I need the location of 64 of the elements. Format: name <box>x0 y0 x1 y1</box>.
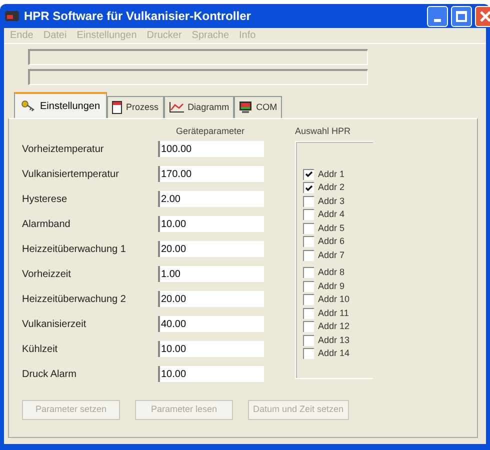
field-label: Vulkanisiertemperatur <box>22 168 120 182</box>
checkbox[interactable] <box>303 321 314 332</box>
checkbox[interactable] <box>303 236 314 248</box>
input-field[interactable]: 40.00 <box>158 316 264 332</box>
chart-icon <box>168 102 184 113</box>
window-title: HPR Software für Vulkanisier-Kontroller <box>24 8 251 25</box>
input-field[interactable]: 100.00 <box>158 141 264 157</box>
checkbox-label: Addr 14 <box>318 347 350 360</box>
field-label: Hysterese <box>22 192 68 206</box>
field-label: Alarmband <box>22 218 72 232</box>
checkbox-label: Addr 4 <box>318 208 345 221</box>
input-field[interactable]: 1.00 <box>158 266 264 282</box>
field-label: Vulkanisierzeit <box>22 318 88 332</box>
document-icon <box>112 101 122 114</box>
input-field[interactable]: 20.00 <box>158 291 264 307</box>
checkbox-label: Addr 3 <box>318 194 345 208</box>
input-field[interactable]: 20.00 <box>158 241 264 257</box>
checkbox-label: Addr 1 <box>318 168 345 180</box>
checkbox[interactable] <box>303 168 314 180</box>
checkbox-label: Addr 9 <box>318 280 345 292</box>
checkbox-label: Addr 13 <box>318 334 350 346</box>
checkbox[interactable] <box>303 222 314 234</box>
checkbox-label: Addr 12 <box>318 320 350 333</box>
minimize-button[interactable] <box>427 6 448 26</box>
checkbox[interactable] <box>303 280 314 292</box>
checkbox-label: Addr 11 <box>318 306 349 320</box>
checkbox-label: Addr 2 <box>318 181 345 194</box>
monitor-icon <box>239 101 252 114</box>
checkbox-label: Addr 6 <box>318 235 345 248</box>
app-icon <box>4 9 20 23</box>
input-field[interactable]: 2.00 <box>158 191 264 207</box>
checkbox[interactable] <box>303 294 314 306</box>
input-field[interactable]: 10.00 <box>158 216 264 232</box>
maximize-button[interactable] <box>451 6 472 26</box>
field-label: Vorheizzeit <box>22 268 72 282</box>
checkbox[interactable] <box>303 182 314 194</box>
key-icon <box>21 100 35 112</box>
tab[interactable]: Diagramm <box>164 96 234 118</box>
checkbox[interactable] <box>303 334 314 346</box>
input-field[interactable]: 170.00 <box>158 166 264 182</box>
checkbox[interactable] <box>303 267 314 278</box>
tab[interactable]: Prozess <box>107 96 164 118</box>
field-label: Vorheiztemperatur <box>22 142 105 156</box>
field-label: Heizzeitüberwachung 1 <box>22 242 127 256</box>
field-label: Kühlzeit <box>22 342 59 356</box>
input-field[interactable]: 10.00 <box>158 341 264 357</box>
checkbox-label: Addr 7 <box>318 248 345 262</box>
field-label: Druck Alarm <box>22 368 78 382</box>
close-icon <box>480 10 490 22</box>
checkbox[interactable] <box>303 196 314 207</box>
checkbox[interactable] <box>303 250 314 261</box>
checkbox[interactable] <box>303 209 314 220</box>
tab[interactable]: Einstellungen <box>14 92 108 118</box>
checkbox-label: Addr 8 <box>318 266 345 279</box>
field-label: Heizzeitüberwachung 2 <box>22 292 127 306</box>
checkbox-label: Addr 5 <box>318 222 345 234</box>
tab[interactable]: COM <box>234 96 282 118</box>
column-heading: Geräteparameter <box>175 125 246 138</box>
group-heading: Auswahl HPR <box>295 125 352 138</box>
checkbox-label: Addr 10 <box>318 293 350 306</box>
close-button[interactable] <box>475 6 490 26</box>
input-field[interactable]: 10.00 <box>158 366 264 382</box>
checkbox[interactable] <box>303 348 314 360</box>
checkbox[interactable] <box>303 308 314 319</box>
